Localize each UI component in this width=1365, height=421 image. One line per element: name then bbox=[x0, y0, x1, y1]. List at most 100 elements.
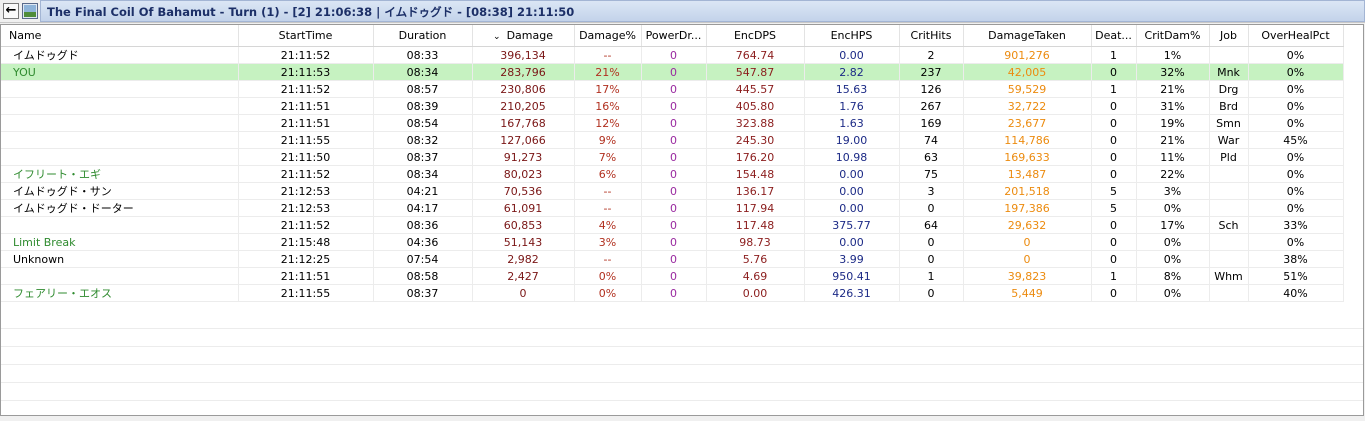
cell-enc-dps: 176.20 bbox=[706, 148, 805, 166]
col-header-crit-hits[interactable]: CritHits bbox=[899, 25, 964, 47]
table-row[interactable]: イフリート・エギ 21:11:52 08:34 80,023 6% 0 154.48 0.00… bbox=[1, 165, 1344, 183]
cell-damage-taken: 901,276 bbox=[963, 46, 1092, 64]
cell-overheal-pct: 0% bbox=[1248, 63, 1344, 81]
cell-power-drain: 0 bbox=[641, 182, 707, 200]
cell-power-drain: 0 bbox=[641, 63, 707, 81]
col-header-damage-pct[interactable]: Damage% bbox=[574, 25, 642, 47]
col-header-name[interactable]: Name bbox=[1, 25, 239, 47]
cell-enc-hps: 0.00 bbox=[804, 199, 900, 217]
encounter-image-icon bbox=[22, 3, 38, 19]
cell-enc-hps: 0.00 bbox=[804, 165, 900, 183]
cell-duration: 04:21 bbox=[373, 182, 473, 200]
cell-start-time: 21:11:55 bbox=[238, 284, 374, 302]
cell-overheal-pct: 0% bbox=[1248, 182, 1344, 200]
cell-damage: 60,853 bbox=[472, 216, 575, 234]
col-header-job[interactable]: Job bbox=[1209, 25, 1249, 47]
cell-power-drain: 0 bbox=[641, 284, 707, 302]
cell-damage-pct: 4% bbox=[574, 216, 642, 234]
table-row[interactable]: イムドゥグド・ドーター 21:12:53 04:17 61,091 -- 0 117.94 0… bbox=[1, 199, 1344, 217]
table-row[interactable]: 21:11:51 08:58 2,427 0% 0 4.69 950.41 1 39,823 1 8… bbox=[1, 267, 1344, 285]
empty-row bbox=[1, 365, 1363, 383]
table-row[interactable]: Limit Break 21:15:48 04:36 51,143 3% 0 98.73 0.… bbox=[1, 233, 1344, 251]
col-header-deaths[interactable]: Deat... bbox=[1091, 25, 1137, 47]
cell-job bbox=[1209, 284, 1249, 302]
cell-job: Brd bbox=[1209, 97, 1249, 115]
cell-job bbox=[1209, 199, 1249, 217]
cell-overheal-pct: 33% bbox=[1248, 216, 1344, 234]
col-header-crit-dam-pct[interactable]: CritDam% bbox=[1136, 25, 1210, 47]
cell-damage: 51,143 bbox=[472, 233, 575, 251]
cell-damage-pct: 21% bbox=[574, 63, 642, 81]
table-row[interactable]: 21:11:51 08:54 167,768 12% 0 323.88 1.63 169 23,… bbox=[1, 114, 1344, 132]
cell-duration: 08:34 bbox=[373, 63, 473, 81]
cell-deaths: 0 bbox=[1091, 131, 1137, 149]
table-row[interactable]: 21:11:52 08:57 230,806 17% 0 445.57 15.63 126 59… bbox=[1, 80, 1344, 98]
col-header-enc-dps[interactable]: EncDPS bbox=[706, 25, 805, 47]
cell-damage: 2,982 bbox=[472, 250, 575, 268]
table-row[interactable]: イムドゥグド 21:11:52 08:33 396,134 -- 0 764.74 0.00 2… bbox=[1, 46, 1344, 64]
col-header-damage-taken[interactable]: DamageTaken bbox=[963, 25, 1092, 47]
cell-crit-hits: 63 bbox=[899, 148, 964, 166]
cell-enc-dps: 245.30 bbox=[706, 131, 805, 149]
cell-crit-hits: 267 bbox=[899, 97, 964, 115]
cell-duration: 08:34 bbox=[373, 165, 473, 183]
cell-overheal-pct: 51% bbox=[1248, 267, 1344, 285]
cell-crit-hits: 237 bbox=[899, 63, 964, 81]
cell-deaths: 0 bbox=[1091, 250, 1137, 268]
cell-overheal-pct: 0% bbox=[1248, 199, 1344, 217]
table-row[interactable]: 21:11:51 08:39 210,205 16% 0 405.80 1.76 267 32,… bbox=[1, 97, 1344, 115]
cell-name bbox=[1, 80, 239, 98]
cell-deaths: 1 bbox=[1091, 267, 1137, 285]
back-arrow-icon[interactable]: ← bbox=[3, 3, 19, 19]
cell-name: Limit Break bbox=[1, 233, 239, 251]
cell-crit-dam-pct: 19% bbox=[1136, 114, 1210, 132]
col-header-damage[interactable]: ⌄ Damage bbox=[472, 25, 575, 47]
cell-damage-pct: 12% bbox=[574, 114, 642, 132]
col-header-start-time[interactable]: StartTime bbox=[238, 25, 374, 47]
cell-enc-hps: 3.99 bbox=[804, 250, 900, 268]
cell-name bbox=[1, 267, 239, 285]
cell-enc-hps: 0.00 bbox=[804, 233, 900, 251]
cell-enc-dps: 117.48 bbox=[706, 216, 805, 234]
cell-damage: 70,536 bbox=[472, 182, 575, 200]
cell-name: イムドゥグド・ドーター bbox=[1, 199, 239, 217]
table-row[interactable]: Unknown 21:12:25 07:54 2,982 -- 0 5.76 3.99 0 0 0 0… bbox=[1, 250, 1344, 268]
cell-enc-hps: 426.31 bbox=[804, 284, 900, 302]
cell-deaths: 0 bbox=[1091, 97, 1137, 115]
cell-duration: 08:33 bbox=[373, 46, 473, 64]
cell-enc-dps: 4.69 bbox=[706, 267, 805, 285]
cell-power-drain: 0 bbox=[641, 233, 707, 251]
cell-damage-pct: -- bbox=[574, 199, 642, 217]
table-row[interactable]: 21:11:52 08:36 60,853 4% 0 117.48 375.77 64 29,6… bbox=[1, 216, 1344, 234]
combatant-table: Name StartTime Duration ⌄ Damage Damage% … bbox=[0, 24, 1364, 416]
cell-duration: 08:57 bbox=[373, 80, 473, 98]
cell-enc-hps: 10.98 bbox=[804, 148, 900, 166]
col-header-enc-hps[interactable]: EncHPS bbox=[804, 25, 900, 47]
cell-damage-pct: -- bbox=[574, 46, 642, 64]
cell-damage: 210,205 bbox=[472, 97, 575, 115]
cell-name bbox=[1, 148, 239, 166]
cell-name: イムドゥグド・サン bbox=[1, 182, 239, 200]
cell-crit-hits: 74 bbox=[899, 131, 964, 149]
cell-crit-hits: 3 bbox=[899, 182, 964, 200]
table-row[interactable]: イムドゥグド・サン 21:12:53 04:21 70,536 -- 0 136.17 0.0… bbox=[1, 182, 1344, 200]
cell-overheal-pct: 0% bbox=[1248, 80, 1344, 98]
col-header-duration[interactable]: Duration bbox=[373, 25, 473, 47]
cell-enc-hps: 0.00 bbox=[804, 182, 900, 200]
cell-damage-pct: 16% bbox=[574, 97, 642, 115]
table-row[interactable]: フェアリー・エオス 21:11:55 08:37 0 0% 0 0.00 426.31 0 5,4… bbox=[1, 284, 1344, 302]
cell-damage-pct: -- bbox=[574, 250, 642, 268]
table-row[interactable]: 21:11:55 08:32 127,066 9% 0 245.30 19.00 74 114,… bbox=[1, 131, 1344, 149]
cell-overheal-pct: 0% bbox=[1248, 233, 1344, 251]
cell-start-time: 21:11:52 bbox=[238, 165, 374, 183]
cell-damage-pct: 0% bbox=[574, 284, 642, 302]
cell-duration: 08:32 bbox=[373, 131, 473, 149]
cell-overheal-pct: 0% bbox=[1248, 114, 1344, 132]
cell-damage-taken: 169,633 bbox=[963, 148, 1092, 166]
cell-power-drain: 0 bbox=[641, 199, 707, 217]
cell-damage-taken: 39,823 bbox=[963, 267, 1092, 285]
table-row[interactable]: 21:11:50 08:37 91,273 7% 0 176.20 10.98 63 169,6… bbox=[1, 148, 1344, 166]
table-row[interactable]: YOU 21:11:53 08:34 283,796 21% 0 547.87 2.82 237… bbox=[1, 63, 1344, 81]
col-header-overheal-pct[interactable]: OverHealPct bbox=[1248, 25, 1344, 47]
col-header-power-drain[interactable]: PowerDr... bbox=[641, 25, 707, 47]
